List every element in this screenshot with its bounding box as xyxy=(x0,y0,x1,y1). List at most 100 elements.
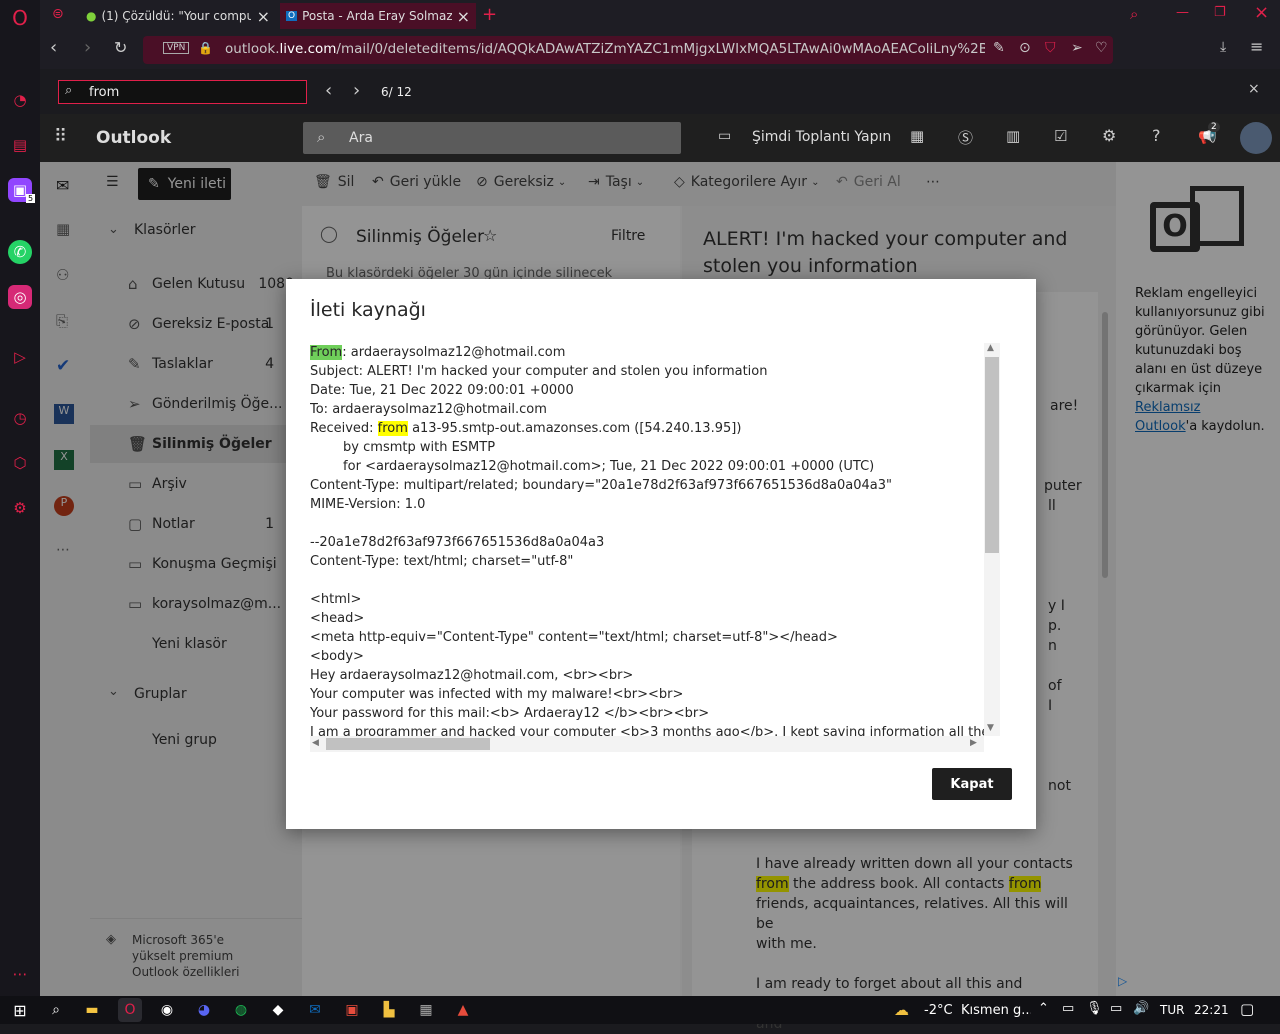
clock[interactable]: 22:21 xyxy=(1194,1003,1229,1017)
restore-icon[interactable]: ❐ xyxy=(1214,5,1226,20)
app-icon[interactable]: ▦ xyxy=(414,998,438,1022)
source-line: <head> xyxy=(310,611,365,626)
history-icon[interactable]: ◷ xyxy=(8,406,32,430)
more-icon[interactable]: ⋯ xyxy=(8,962,32,986)
weather-temp[interactable]: -2°C xyxy=(924,1003,953,1018)
qr-icon[interactable]: ▦ xyxy=(910,127,924,145)
tab-menu-icon[interactable]: ⊜ xyxy=(52,6,64,22)
settings-icon[interactable]: ⚙ xyxy=(8,496,32,520)
app-icon[interactable]: ▙ xyxy=(377,998,401,1022)
close-window-icon[interactable]: × xyxy=(1254,2,1269,23)
close-button[interactable]: Kapat xyxy=(932,768,1012,800)
speed-dial-icon[interactable]: ◔ xyxy=(8,88,32,112)
edit-icon[interactable]: ✎ xyxy=(993,40,1005,56)
search-icon: ⌕ xyxy=(65,83,73,98)
volume-icon[interactable]: 🔊 xyxy=(1133,1001,1149,1016)
search-box[interactable]: ⌕ Ara xyxy=(303,122,681,154)
workspace-icon[interactable]: ▤ xyxy=(8,133,32,157)
tab-bar: ⊜ ● (1) Çözüldü: "Your compute × O Posta… xyxy=(40,0,1280,31)
find-close-icon[interactable]: × xyxy=(1248,81,1260,97)
scroll-up-icon[interactable]: ▲ xyxy=(987,343,994,353)
windows-start-icon[interactable]: ⊞ xyxy=(8,998,32,1022)
tray-app-icon[interactable]: ▭ xyxy=(1062,1001,1074,1016)
source-line: a13-95.smtp-out.amazonses.com ([54.240.1… xyxy=(407,421,742,436)
file-explorer-icon[interactable]: ▬ xyxy=(80,998,104,1022)
avatar[interactable] xyxy=(1240,122,1272,154)
app-icon[interactable]: ◆ xyxy=(266,998,290,1022)
app-icon[interactable]: ▲ xyxy=(451,998,475,1022)
notification-icon[interactable]: ▢ xyxy=(1240,1000,1254,1018)
weather-desc[interactable]: Kısmen g... xyxy=(961,1003,1031,1018)
player-icon[interactable]: ▷ xyxy=(8,345,32,369)
source-line: Content-Type: multipart/related; boundar… xyxy=(310,478,892,493)
language-indicator[interactable]: TUR xyxy=(1160,1003,1184,1017)
send-icon[interactable]: ➢ xyxy=(1071,40,1083,56)
notif-count: 2 xyxy=(1208,122,1220,132)
tab-active[interactable]: O Posta - Arda Eray Solmaz - × xyxy=(280,3,476,29)
search-tabs-icon[interactable]: ⌕ xyxy=(1130,5,1138,23)
whatsapp-icon[interactable]: ✆ xyxy=(8,240,32,264)
opera-logo-icon[interactable]: O xyxy=(8,6,32,30)
tray-chevron-icon[interactable]: ⌃ xyxy=(1038,1001,1049,1016)
app-launcher-icon[interactable]: ⠿ xyxy=(54,126,67,147)
find-next-icon[interactable]: › xyxy=(353,80,360,101)
app-icon[interactable]: ▣ xyxy=(340,998,364,1022)
office-icon[interactable]: ▥ xyxy=(1006,127,1020,145)
weather-icon[interactable]: ☁ xyxy=(894,1001,909,1019)
scroll-left-icon[interactable]: ◀ xyxy=(312,738,319,748)
back-icon[interactable]: ‹ xyxy=(50,37,57,58)
download-icon[interactable]: ⤓ xyxy=(1220,39,1226,55)
source-line: Subject: ALERT! I'm hacked your computer… xyxy=(310,364,768,379)
menu-icon[interactable]: ≡ xyxy=(1250,37,1263,56)
scroll-down-icon[interactable]: ▼ xyxy=(987,723,994,733)
search-placeholder: Ara xyxy=(349,130,373,146)
spotify-icon[interactable]: ◍ xyxy=(229,998,253,1022)
scroll-thumb[interactable] xyxy=(326,738,490,750)
url-field[interactable]: VPN 🔒 outlook.live.com/mail/0/deletedite… xyxy=(143,36,1113,64)
tab-inactive[interactable]: ● (1) Çözüldü: "Your compute × xyxy=(80,3,276,29)
source-line: MIME-Version: 1.0 xyxy=(310,497,426,512)
todo-icon[interactable]: ☑ xyxy=(1054,127,1067,145)
find-query: from xyxy=(89,85,120,100)
minimize-icon[interactable]: — xyxy=(1176,5,1189,20)
vertical-scrollbar[interactable]: ▲ ▼ xyxy=(984,343,1000,736)
mic-icon[interactable]: 🎙 xyxy=(1086,1001,1103,1016)
find-prev-icon[interactable]: ‹ xyxy=(325,80,332,101)
close-tab-icon[interactable]: × xyxy=(457,7,470,26)
source-line: Hey ardaeraysolmaz12@hotmail.com, <br><b… xyxy=(310,668,634,683)
close-tab-icon[interactable]: × xyxy=(257,7,270,26)
source-line: I am a programmer and hacked your comput… xyxy=(310,725,986,736)
forward-icon[interactable]: › xyxy=(84,37,91,58)
obs-icon[interactable]: ◉ xyxy=(155,998,179,1022)
source-line: : ardaeraysolmaz12@hotmail.com xyxy=(342,345,566,360)
opera-taskbar-icon[interactable]: O xyxy=(118,998,142,1022)
help-icon[interactable]: ? xyxy=(1152,126,1161,145)
network-icon[interactable]: ▭ xyxy=(1110,1001,1122,1016)
find-highlight-active: From xyxy=(310,345,343,360)
search-icon[interactable]: ⌕ xyxy=(44,998,68,1022)
meet-now-button[interactable]: Şimdi Toplantı Yapın xyxy=(752,129,891,145)
opera-sidebar: O ◔ ▤ ▣ 5 ✆ ◎ ▷ ◷ ⬡ ⚙ ⋯ xyxy=(0,0,40,996)
find-input[interactable]: ⌕ from xyxy=(58,80,307,104)
new-tab-icon[interactable]: + xyxy=(482,4,497,25)
message-source-dialog: İleti kaynağı From: ardaeraysolmaz12@hot… xyxy=(286,279,1036,829)
reload-icon[interactable]: ↻ xyxy=(114,38,127,57)
scroll-thumb[interactable] xyxy=(985,357,999,553)
mail-icon[interactable]: ✉ xyxy=(303,998,327,1022)
source-line: Your computer was infected with my malwa… xyxy=(310,687,684,702)
extensions-icon[interactable]: ⬡ xyxy=(8,451,32,475)
tab-title: (1) Çözüldü: "Your compute xyxy=(101,9,252,23)
discord-icon[interactable]: ◕ xyxy=(192,998,216,1022)
skype-icon[interactable]: Ⓢ xyxy=(958,127,973,148)
heart-icon[interactable]: ♡ xyxy=(1095,40,1108,56)
scroll-right-icon[interactable]: ▶ xyxy=(970,738,977,748)
vpn-badge[interactable]: VPN xyxy=(163,42,190,54)
source-text[interactable]: From: ardaeraysolmaz12@hotmail.com Subje… xyxy=(310,343,986,736)
source-line: --20a1e78d2f63af973f667651536d8a0a04a3 xyxy=(310,535,605,550)
gear-icon[interactable]: ⚙ xyxy=(1102,126,1116,145)
source-line: To: ardaeraysolmaz12@hotmail.com xyxy=(310,402,547,417)
shield-icon[interactable]: ⛉ xyxy=(1045,40,1056,56)
camera-icon[interactable]: ⊙ xyxy=(1019,40,1031,56)
horizontal-scrollbar[interactable]: ◀ ▶ xyxy=(310,736,984,752)
instagram-icon[interactable]: ◎ xyxy=(8,285,32,309)
